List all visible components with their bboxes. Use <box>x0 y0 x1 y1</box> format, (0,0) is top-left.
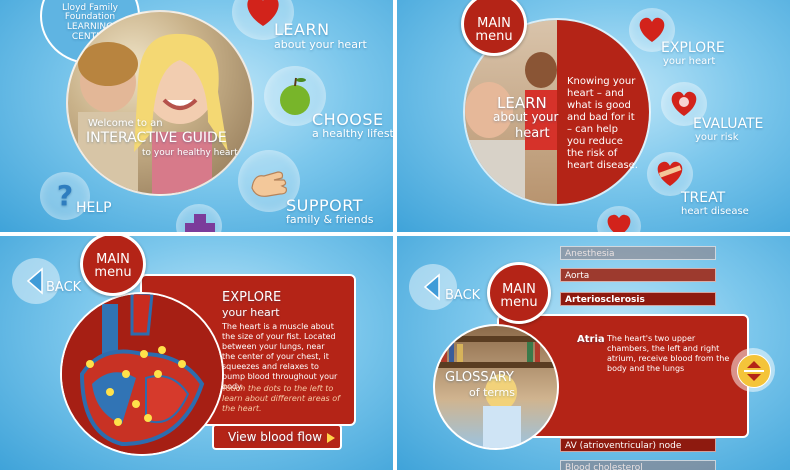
explore-subtitle: your heart <box>222 306 280 319</box>
term-item[interactable]: Blood cholesterol <box>560 460 716 470</box>
back-arrow-icon <box>423 273 440 301</box>
hero-photo <box>66 10 254 196</box>
learn-line2: about your <box>493 110 559 124</box>
evaluate-subtitle[interactable]: your risk <box>695 132 739 143</box>
anatomical-heart <box>62 294 222 454</box>
back-label[interactable]: BACK <box>445 288 480 303</box>
learn-line3: heart <box>515 126 550 141</box>
explore-title[interactable]: EXPLORE <box>661 40 725 56</box>
plus-icon <box>185 214 215 232</box>
term-item[interactable]: Aorta <box>560 268 716 282</box>
welcome-line3: to your healthy heart <box>142 148 238 158</box>
main-menu-button[interactable]: MAIN menu <box>487 262 551 324</box>
explore-screen: BACK MAIN menu EXPLORE your heart The he… <box>0 236 393 470</box>
evaluate-title[interactable]: EVALUATE <box>693 116 763 132</box>
explore-body: The heart is a muscle about the size of … <box>222 322 338 391</box>
up-down-arrows-icon <box>744 361 764 381</box>
menu-line2: menu <box>500 295 538 310</box>
partial-bubble <box>176 204 222 232</box>
explore-instruction: Touch the dots to the left to learn abou… <box>222 384 340 413</box>
term-item-selected[interactable]: Arteriosclerosis <box>560 292 716 306</box>
definition-term: Atria <box>577 334 605 345</box>
scroll-knob[interactable] <box>737 354 771 388</box>
learn-subtitle[interactable]: about your heart <box>274 38 367 51</box>
menu-line2: menu <box>475 29 513 44</box>
definition-text: The heart's two upper chambers, the left… <box>607 334 730 373</box>
heart-icon <box>607 214 631 232</box>
support-subtitle[interactable]: family & friends <box>286 213 373 226</box>
help-label[interactable]: HELP <box>76 200 112 216</box>
term-item[interactable]: Anesthesia <box>560 246 716 260</box>
back-label[interactable]: BACK <box>46 280 81 295</box>
learn-title[interactable]: LEARN <box>274 20 330 39</box>
learn-description: Knowing your heart – and what is good an… <box>567 76 638 171</box>
family-illustration <box>78 33 228 194</box>
glossary-line1: GLOSSARY <box>445 370 514 385</box>
play-arrow-icon <box>327 433 335 443</box>
main-menu-button[interactable]: MAIN menu <box>80 236 146 296</box>
scroll-control[interactable] <box>731 348 775 392</box>
glossary-line2: of terms <box>469 386 515 399</box>
view-blood-flow-button[interactable]: View blood flow <box>212 424 342 450</box>
heart-illustration <box>60 292 224 456</box>
view-blood-flow-label: View blood flow <box>228 430 323 444</box>
term-item[interactable]: AV (atrioventricular) node <box>560 438 716 452</box>
glossary-screen: BACK Anesthesia Aorta Arteriosclerosis G… <box>397 236 790 470</box>
treat-title[interactable]: TREAT <box>681 190 725 206</box>
explore-subtitle[interactable]: your heart <box>663 56 715 67</box>
back-button[interactable] <box>409 264 457 310</box>
choose-subtitle[interactable]: a healthy lifesty <box>312 127 393 140</box>
explore-title: EXPLORE <box>222 290 282 305</box>
home-screen: Lloyd Family Foundation LEARNING CENTER … <box>0 0 393 232</box>
welcome-line2: INTERACTIVE GUIDE <box>86 130 227 146</box>
welcome-line1: Welcome to an <box>88 118 163 129</box>
learn-screen: LEARN about your heart Knowing your hear… <box>397 0 790 232</box>
partial-bubble <box>597 206 641 232</box>
menu-line2: menu <box>94 265 132 280</box>
treat-subtitle[interactable]: heart disease <box>681 206 749 217</box>
